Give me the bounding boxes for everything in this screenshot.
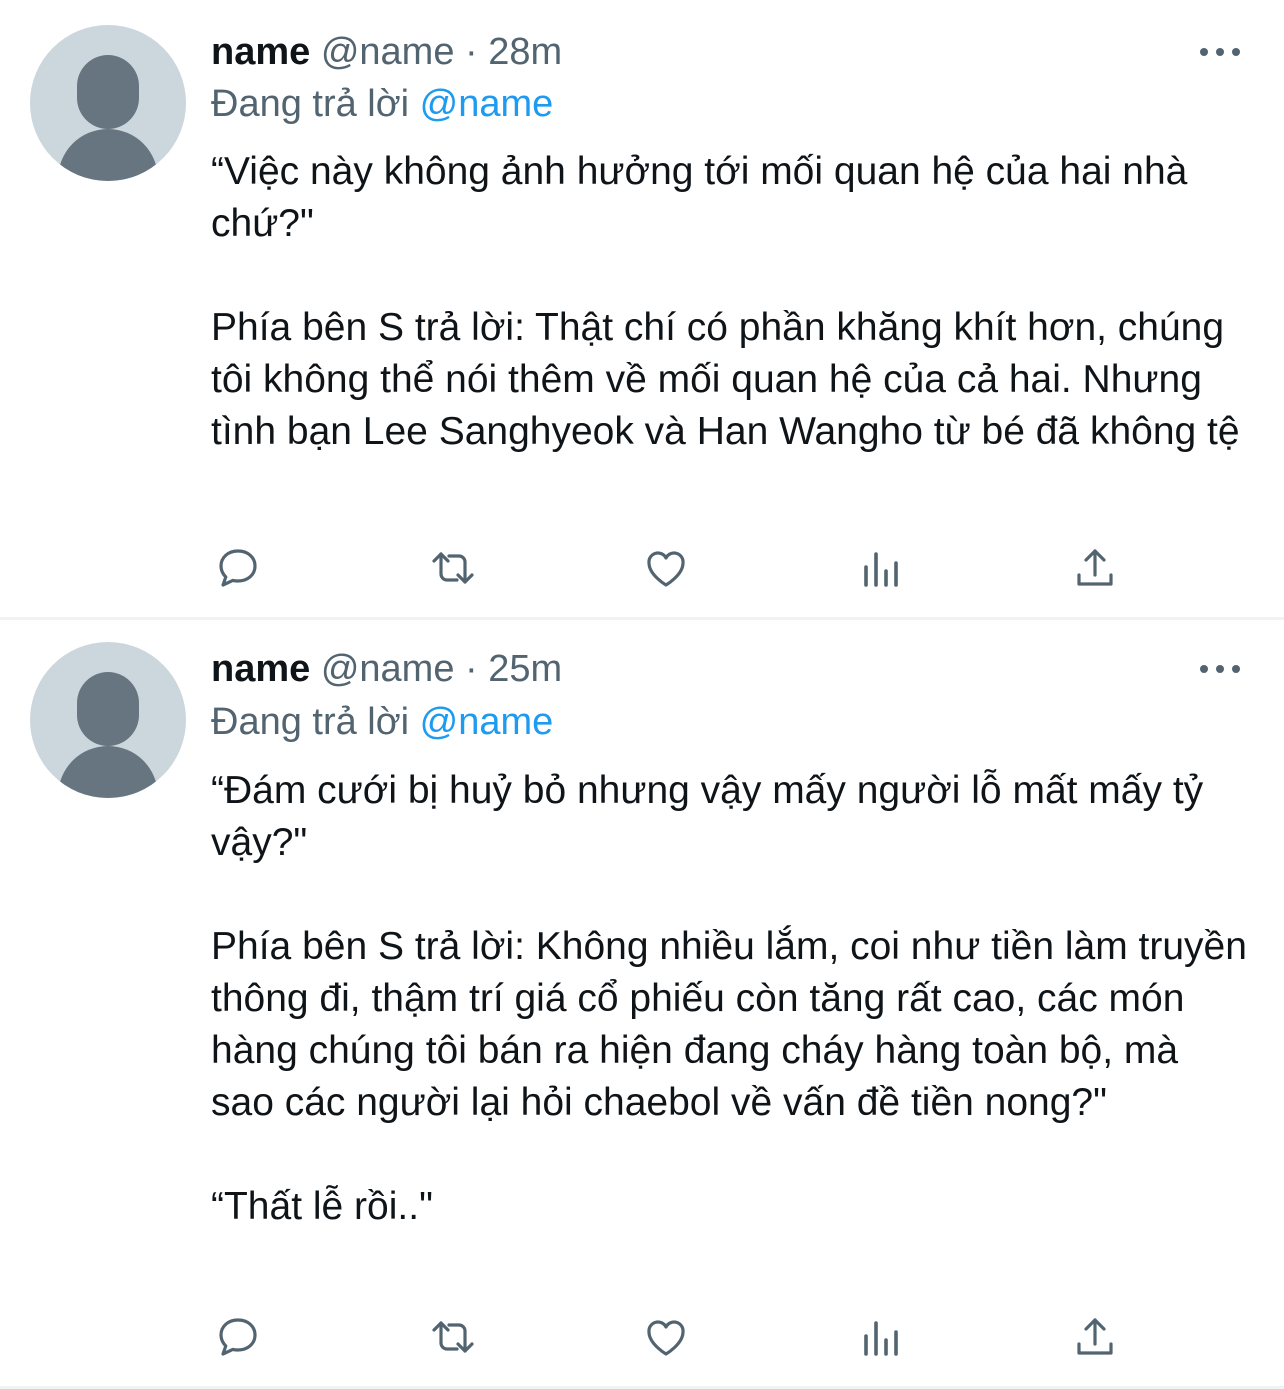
avatar-head-shape: [77, 672, 139, 746]
retweet-button[interactable]: [423, 1307, 483, 1367]
reply-icon: [219, 1318, 257, 1356]
stats-icon: [864, 1321, 898, 1356]
tweet-paragraph: “Thất lễ rồi..": [211, 1185, 433, 1228]
like-button[interactable]: [636, 1307, 696, 1367]
tweet[interactable]: name @name · 25m Đang trả lời @name “Đám…: [0, 0, 1284, 1389]
timestamp[interactable]: 25m: [488, 648, 562, 690]
share-icon: [1077, 1318, 1113, 1355]
author-handle[interactable]: @name: [321, 648, 455, 690]
replying-to-label: Đang trả lời: [211, 701, 410, 743]
replying-to: Đang trả lời @name: [211, 698, 553, 746]
tweet-paragraph: “Đám cưới bị huỷ bỏ nhưng vậy mấy người …: [211, 769, 1204, 864]
tweet-paragraph: Phía bên S trả lời: Không nhiều lắm, coi…: [211, 925, 1247, 1124]
avatar-body-shape: [58, 746, 158, 798]
stats-button[interactable]: [851, 1307, 911, 1367]
retweet-icon: [432, 1321, 474, 1353]
author-name[interactable]: name: [211, 648, 310, 690]
like-icon: [647, 1320, 685, 1356]
action-bar: [0, 1307, 1284, 1367]
share-button[interactable]: [1065, 1307, 1125, 1367]
tweet-text: “Đám cưới bị huỷ bỏ nhưng vậy mấy người …: [211, 765, 1251, 1233]
avatar[interactable]: [30, 642, 186, 798]
separator: ·: [465, 648, 478, 690]
reply-button[interactable]: [208, 1307, 268, 1367]
more-icon[interactable]: [1200, 657, 1240, 681]
tweet-header: name @name · 25m: [211, 645, 562, 693]
mention-link[interactable]: @name: [420, 701, 554, 743]
